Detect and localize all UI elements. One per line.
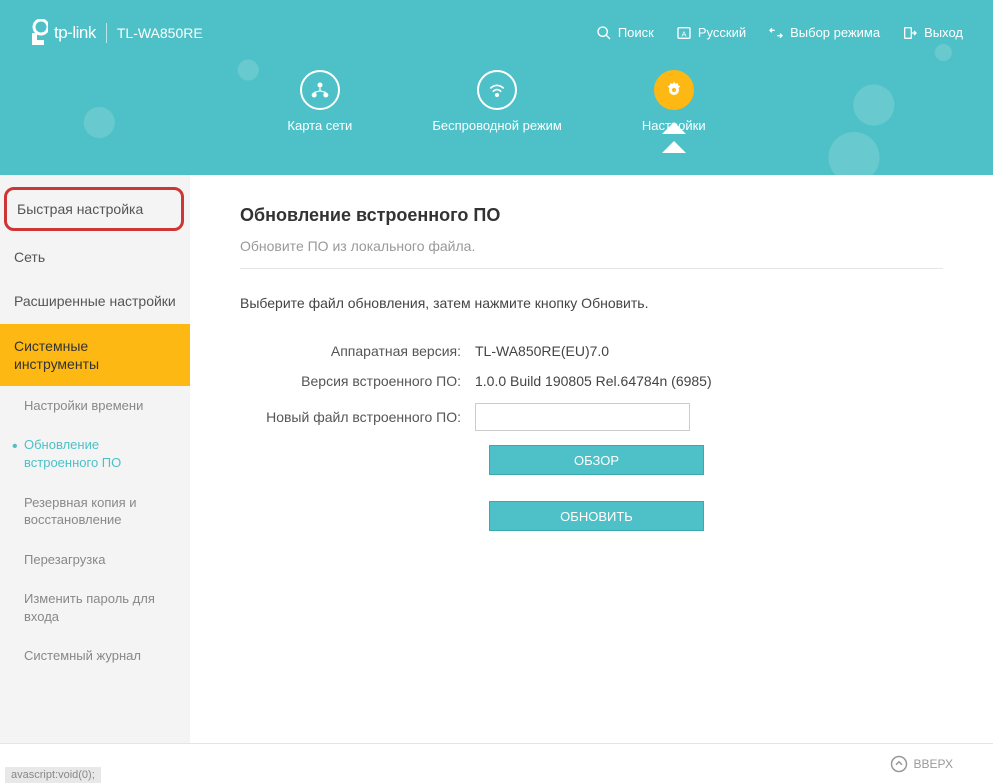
sidebar-sub-firmware[interactable]: Обновление встроенного ПО — [0, 425, 190, 482]
mode-label: Выбор режима — [790, 25, 880, 40]
tplink-icon — [30, 19, 48, 47]
status-bar: avascript:void(0); — [5, 767, 101, 783]
search-label: Поиск — [618, 25, 654, 40]
map-icon — [310, 80, 330, 100]
active-indicator — [662, 141, 686, 153]
language-link[interactable]: A Русский — [676, 25, 746, 41]
instruction-text: Выберите файл обновления, затем нажмите … — [240, 295, 943, 311]
mode-icon — [768, 25, 784, 41]
logout-label: Выход — [924, 25, 963, 40]
sidebar-sub-password[interactable]: Изменить пароль для входа — [0, 579, 190, 636]
update-button[interactable]: ОБНОВИТЬ — [489, 501, 704, 531]
footer: ВВЕРХ — [0, 743, 993, 783]
divider — [106, 23, 107, 43]
fw-version-label: Версия встроенного ПО: — [240, 373, 475, 389]
brand-text: tp-link — [54, 23, 96, 43]
hw-version-label: Аппаратная версия: — [240, 343, 475, 359]
scroll-top-label: ВВЕРХ — [914, 757, 953, 771]
tab-network-map[interactable]: Карта сети — [287, 70, 352, 133]
sidebar-item-advanced[interactable]: Расширенные настройки — [0, 279, 190, 323]
arrow-up-icon — [890, 755, 908, 773]
language-icon: A — [676, 25, 692, 41]
sidebar-sub-reboot[interactable]: Перезагрузка — [0, 540, 190, 580]
sidebar-sub-syslog[interactable]: Системный журнал — [0, 636, 190, 676]
tab-map-label: Карта сети — [287, 118, 352, 133]
tab-wireless[interactable]: Беспроводной режим — [432, 70, 562, 133]
logout-icon — [902, 25, 918, 41]
sidebar-item-system-tools[interactable]: Системные инструменты — [0, 324, 190, 386]
firmware-file-input[interactable] — [475, 403, 690, 431]
language-label: Русский — [698, 25, 746, 40]
gear-icon — [664, 80, 684, 100]
logout-link[interactable]: Выход — [902, 25, 963, 41]
sidebar-item-quick-setup[interactable]: Быстрая настройка — [4, 187, 184, 231]
wifi-icon — [487, 80, 507, 100]
brand-logo: tp-link — [30, 19, 96, 47]
tab-settings-label: Настройки — [642, 118, 706, 133]
mode-link[interactable]: Выбор режима — [768, 25, 880, 41]
browse-button[interactable]: ОБЗОР — [489, 445, 704, 475]
tab-settings[interactable]: Настройки — [642, 70, 706, 133]
sidebar-sub-time[interactable]: Настройки времени — [0, 386, 190, 426]
main-panel: Обновление встроенного ПО Обновите ПО из… — [190, 175, 993, 745]
svg-text:A: A — [681, 29, 686, 38]
sidebar: Быстрая настройка Сеть Расширенные настр… — [0, 175, 190, 745]
new-file-label: Новый файл встроенного ПО: — [240, 409, 475, 425]
scroll-top-button[interactable]: ВВЕРХ — [890, 755, 953, 773]
hw-version-value: TL-WA850RE(EU)7.0 — [475, 343, 609, 359]
page-title: Обновление встроенного ПО — [240, 205, 943, 226]
search-link[interactable]: Поиск — [596, 25, 654, 41]
model-name: TL-WA850RE — [117, 25, 203, 41]
page-subtitle: Обновите ПО из локального файла. — [240, 238, 943, 269]
sidebar-sub-backup[interactable]: Резервная копия и восстановление — [0, 483, 190, 540]
sidebar-item-network[interactable]: Сеть — [0, 235, 190, 279]
search-icon — [596, 25, 612, 41]
fw-version-value: 1.0.0 Build 190805 Rel.64784n (6985) — [475, 373, 712, 389]
tab-wireless-label: Беспроводной режим — [432, 118, 562, 133]
